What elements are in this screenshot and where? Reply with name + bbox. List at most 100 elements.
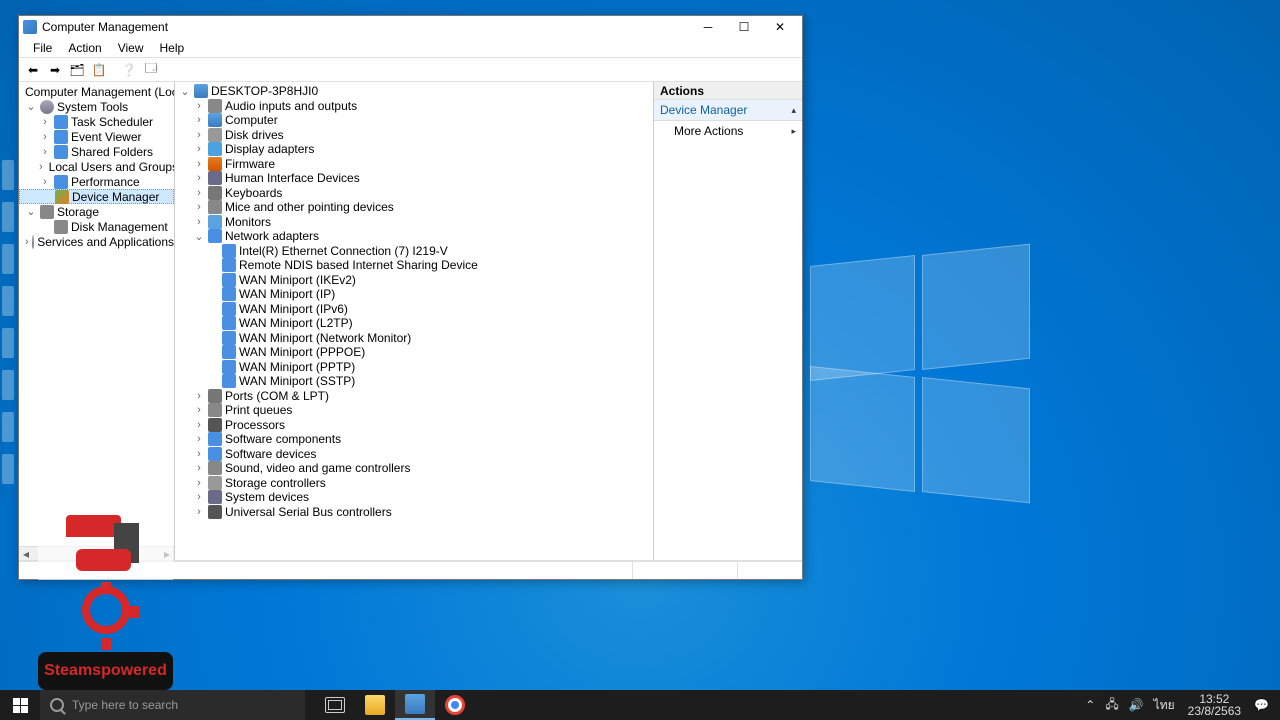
device-monitors[interactable]: ›Monitors bbox=[175, 215, 653, 230]
start-button[interactable] bbox=[0, 690, 40, 720]
tree-services-apps[interactable]: › Services and Applications bbox=[19, 234, 174, 249]
network-adapter-item[interactable]: WAN Miniport (IP) bbox=[175, 287, 653, 302]
expander-icon[interactable]: › bbox=[193, 477, 205, 489]
tree-root[interactable]: Computer Management (Local bbox=[19, 84, 174, 99]
expander-icon[interactable]: › bbox=[193, 143, 205, 155]
expander-icon[interactable]: › bbox=[193, 506, 205, 518]
device-software-devices[interactable]: ›Software devices bbox=[175, 447, 653, 462]
device-hid[interactable]: ›Human Interface Devices bbox=[175, 171, 653, 186]
back-button[interactable]: ⬅ bbox=[23, 60, 43, 80]
expander-icon[interactable]: › bbox=[193, 114, 205, 126]
expander-icon[interactable]: › bbox=[193, 158, 205, 170]
tree-disk-management[interactable]: Disk Management bbox=[19, 219, 174, 234]
task-view-button[interactable] bbox=[315, 690, 355, 720]
tree-local-users[interactable]: › Local Users and Groups bbox=[19, 159, 174, 174]
tree-shared-folders[interactable]: › Shared Folders bbox=[19, 144, 174, 159]
minimize-button[interactable]: ─ bbox=[690, 17, 726, 37]
tree-storage[interactable]: ⌄ Storage bbox=[19, 204, 174, 219]
show-hide-tree-button[interactable]: 🗂 bbox=[67, 60, 87, 80]
device-sound[interactable]: ›Sound, video and game controllers bbox=[175, 461, 653, 476]
device-computer[interactable]: ›Computer bbox=[175, 113, 653, 128]
expander-icon[interactable]: › bbox=[39, 146, 51, 158]
tray-notifications-icon[interactable]: 💬 bbox=[1249, 698, 1274, 712]
network-adapter-item[interactable]: WAN Miniport (PPPOE) bbox=[175, 345, 653, 360]
network-adapter-item[interactable]: WAN Miniport (L2TP) bbox=[175, 316, 653, 331]
tray-volume-icon[interactable]: 🔊 bbox=[1124, 698, 1149, 712]
tree-event-viewer[interactable]: › Event Viewer bbox=[19, 129, 174, 144]
tree-device-manager[interactable]: Device Manager bbox=[19, 189, 174, 204]
titlebar[interactable]: Computer Management ─ ☐ ✕ bbox=[19, 16, 802, 38]
device-system-devices[interactable]: ›System devices bbox=[175, 490, 653, 505]
device-ports[interactable]: ›Ports (COM & LPT) bbox=[175, 389, 653, 404]
network-adapter-item[interactable]: WAN Miniport (IKEv2) bbox=[175, 273, 653, 288]
expander-icon[interactable]: › bbox=[193, 419, 205, 431]
refresh-button[interactable]: 🗔 bbox=[141, 60, 161, 80]
expander-icon[interactable]: › bbox=[193, 187, 205, 199]
device-root[interactable]: ⌄DESKTOP-3P8HJI0 bbox=[175, 84, 653, 99]
menu-help[interactable]: Help bbox=[152, 39, 193, 57]
device-processors[interactable]: ›Processors bbox=[175, 418, 653, 433]
expander-icon[interactable]: › bbox=[193, 448, 205, 460]
expander-icon[interactable]: › bbox=[193, 390, 205, 402]
maximize-button[interactable]: ☐ bbox=[726, 17, 762, 37]
device-firmware[interactable]: ›Firmware bbox=[175, 157, 653, 172]
forward-button[interactable]: ➡ bbox=[45, 60, 65, 80]
taskbar-search[interactable]: Type here to search bbox=[40, 690, 305, 720]
network-adapter-item[interactable]: WAN Miniport (IPv6) bbox=[175, 302, 653, 317]
actions-section[interactable]: Device Manager ▴ bbox=[654, 100, 802, 121]
help-button[interactable]: ❔ bbox=[119, 60, 139, 80]
network-adapter-item[interactable]: WAN Miniport (Network Monitor) bbox=[175, 331, 653, 346]
tray-overflow[interactable]: ⌃ bbox=[1080, 698, 1100, 712]
close-button[interactable]: ✕ bbox=[762, 17, 798, 37]
console-tree-pane[interactable]: Computer Management (Local ⌄ System Tool… bbox=[19, 82, 175, 560]
tree-performance[interactable]: › Performance bbox=[19, 174, 174, 189]
taskbar-explorer[interactable] bbox=[355, 690, 395, 720]
tray-clock[interactable]: 13:52 23/8/2563 bbox=[1180, 693, 1249, 717]
device-audio[interactable]: ›Audio inputs and outputs bbox=[175, 99, 653, 114]
device-keyboards[interactable]: ›Keyboards bbox=[175, 186, 653, 201]
network-adapter-item[interactable]: WAN Miniport (SSTP) bbox=[175, 374, 653, 389]
tree-system-tools[interactable]: ⌄ System Tools bbox=[19, 99, 174, 114]
device-print-queues[interactable]: ›Print queues bbox=[175, 403, 653, 418]
expander-icon[interactable]: ⌄ bbox=[25, 205, 37, 218]
tree-task-scheduler[interactable]: › Task Scheduler bbox=[19, 114, 174, 129]
scroll-left-button[interactable]: ◂ bbox=[19, 547, 33, 561]
device-disk-drives[interactable]: ›Disk drives bbox=[175, 128, 653, 143]
expander-icon[interactable]: ⌄ bbox=[25, 100, 37, 113]
expander-icon[interactable]: › bbox=[193, 100, 205, 112]
expander-icon[interactable]: ⌄ bbox=[193, 230, 205, 243]
device-mice[interactable]: ›Mice and other pointing devices bbox=[175, 200, 653, 215]
actions-more-actions[interactable]: More Actions ▸ bbox=[654, 121, 802, 141]
taskbar-chrome[interactable] bbox=[435, 690, 475, 720]
expander-icon[interactable]: › bbox=[39, 116, 51, 128]
device-storage-controllers[interactable]: ›Storage controllers bbox=[175, 476, 653, 491]
expander-icon[interactable]: › bbox=[193, 404, 205, 416]
menu-view[interactable]: View bbox=[110, 39, 152, 57]
device-software-components[interactable]: ›Software components bbox=[175, 432, 653, 447]
expander-icon[interactable]: › bbox=[193, 433, 205, 445]
device-display-adapters[interactable]: ›Display adapters bbox=[175, 142, 653, 157]
menu-action[interactable]: Action bbox=[60, 39, 109, 57]
expander-icon[interactable]: › bbox=[39, 161, 43, 173]
network-adapter-item[interactable]: WAN Miniport (PPTP) bbox=[175, 360, 653, 375]
tray-network-icon[interactable]: 🖧 bbox=[1100, 695, 1123, 716]
expander-icon[interactable]: › bbox=[193, 216, 205, 228]
expander-icon[interactable]: ⌄ bbox=[179, 85, 191, 98]
expander-icon[interactable]: › bbox=[193, 462, 205, 474]
device-tree-pane[interactable]: ⌄DESKTOP-3P8HJI0 ›Audio inputs and outpu… bbox=[175, 82, 654, 560]
expander-icon[interactable]: › bbox=[193, 491, 205, 503]
expander-icon[interactable]: › bbox=[25, 236, 29, 248]
menu-file[interactable]: File bbox=[25, 39, 60, 57]
network-adapter-item[interactable]: Remote NDIS based Internet Sharing Devic… bbox=[175, 258, 653, 273]
properties-button[interactable]: 📋 bbox=[89, 60, 109, 80]
expander-icon[interactable]: › bbox=[193, 201, 205, 213]
network-adapter-item[interactable]: Intel(R) Ethernet Connection (7) I219-V bbox=[175, 244, 653, 259]
expander-icon[interactable]: › bbox=[193, 129, 205, 141]
tray-language[interactable]: ไทย bbox=[1149, 696, 1180, 715]
taskbar-mmc[interactable] bbox=[395, 690, 435, 720]
device-network-adapters[interactable]: ⌄Network adapters bbox=[175, 229, 653, 244]
expander-icon[interactable]: › bbox=[39, 131, 51, 143]
device-usb[interactable]: ›Universal Serial Bus controllers bbox=[175, 505, 653, 520]
expander-icon[interactable]: › bbox=[193, 172, 205, 184]
expander-icon[interactable]: › bbox=[39, 176, 51, 188]
